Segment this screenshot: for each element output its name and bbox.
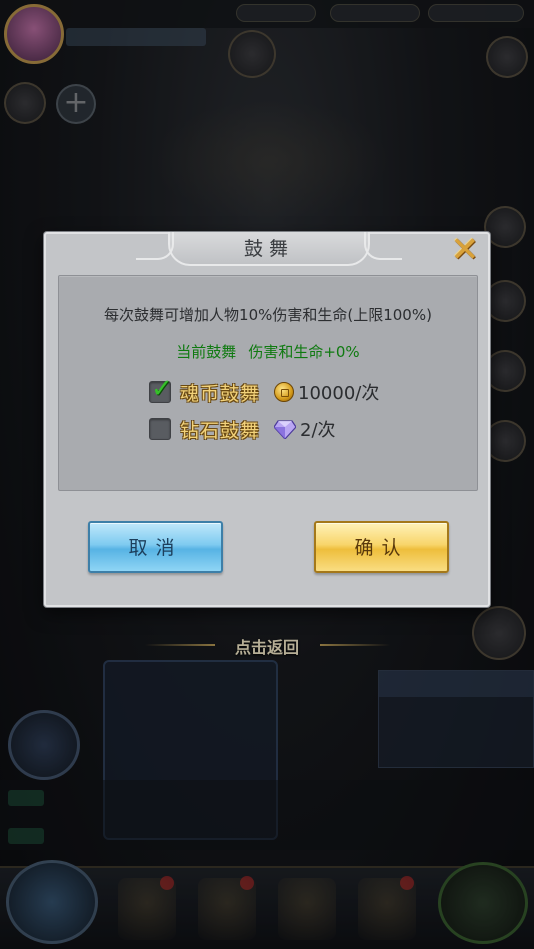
notification-dot <box>160 876 174 890</box>
return-ornament-right <box>320 644 390 646</box>
current-inspire-status: 当前鼓舞 伤害和生命+0% <box>59 341 477 362</box>
dialog-content-box: 每次鼓舞可增加人物10%伤害和生命(上限100%) 当前鼓舞 伤害和生命+0% ✓… <box>58 275 478 491</box>
diamond-checkbox[interactable] <box>149 418 171 440</box>
option-soul-coin-inspire[interactable]: ✓ 魂币鼓舞 10000/次 <box>149 374 380 405</box>
rank-badge <box>8 710 80 780</box>
return-hint[interactable]: 点击返回 <box>0 630 534 660</box>
chat-strip[interactable] <box>0 780 534 850</box>
player-name-plate <box>66 28 206 46</box>
soul-coin-cost: 10000/次 <box>298 383 380 404</box>
soul-coin-inspire-label: 魂币鼓舞 <box>180 382 261 405</box>
player-avatar[interactable] <box>4 4 64 64</box>
side-activity-button[interactable] <box>4 82 46 124</box>
right-menu-button-2[interactable] <box>484 280 526 322</box>
scene-glow <box>150 100 390 220</box>
nav-button-2[interactable] <box>198 876 256 940</box>
close-icon[interactable]: ✕ <box>450 233 480 267</box>
resource-chip-diamonds[interactable] <box>428 4 524 22</box>
right-menu-button-1[interactable] <box>484 206 526 248</box>
nav-button-1[interactable] <box>118 876 176 940</box>
soul-coin-checkbox[interactable]: ✓ <box>149 374 173 404</box>
bottom-right-feature-button[interactable] <box>438 862 528 944</box>
chat-channel-tag <box>8 790 44 806</box>
current-inspire-label: 当前鼓舞 <box>176 343 237 361</box>
top-event-button[interactable] <box>228 30 276 78</box>
diamond-cost: 2/次 <box>300 420 336 441</box>
return-label[interactable]: 点击返回 <box>0 634 534 658</box>
right-menu-button-4[interactable] <box>484 420 526 462</box>
diamond-inspire-label: 钻石鼓舞 <box>180 419 261 442</box>
dialog-title-tab: 鼓舞 <box>136 232 402 266</box>
nav-button-4[interactable] <box>358 876 416 940</box>
confirm-button[interactable]: 确认 <box>314 521 449 573</box>
exit-button[interactable] <box>486 36 528 78</box>
inspire-description: 每次鼓舞可增加人物10%伤害和生命(上限100%) <box>104 306 432 324</box>
info-panel <box>378 670 534 768</box>
current-inspire-value: 伤害和生命+0% <box>248 343 360 361</box>
dialog-title: 鼓舞 <box>243 238 294 260</box>
checkmark-icon: ✓ <box>151 374 173 404</box>
bottom-left-feature-button[interactable] <box>6 860 98 944</box>
notification-dot <box>400 876 414 890</box>
inspire-dialog: 鼓舞 ✕ 每次鼓舞可增加人物10%伤害和生命(上限100%) 当前鼓舞 伤害和生命… <box>44 232 490 607</box>
resource-chip-energy[interactable] <box>236 4 316 22</box>
add-button[interactable]: + <box>56 84 96 124</box>
nav-button-3[interactable] <box>278 878 336 940</box>
notification-dot <box>240 876 254 890</box>
right-menu-button-3[interactable] <box>484 350 526 392</box>
chat-channel-tag <box>8 828 44 844</box>
info-panel-title <box>379 671 533 697</box>
resource-chip-coins[interactable] <box>330 4 420 22</box>
cancel-button[interactable]: 取消 <box>88 521 223 573</box>
option-diamond-inspire[interactable]: 钻石鼓舞 2/次 <box>149 416 336 442</box>
diamond-icon <box>274 420 297 439</box>
coin-icon <box>274 382 295 402</box>
